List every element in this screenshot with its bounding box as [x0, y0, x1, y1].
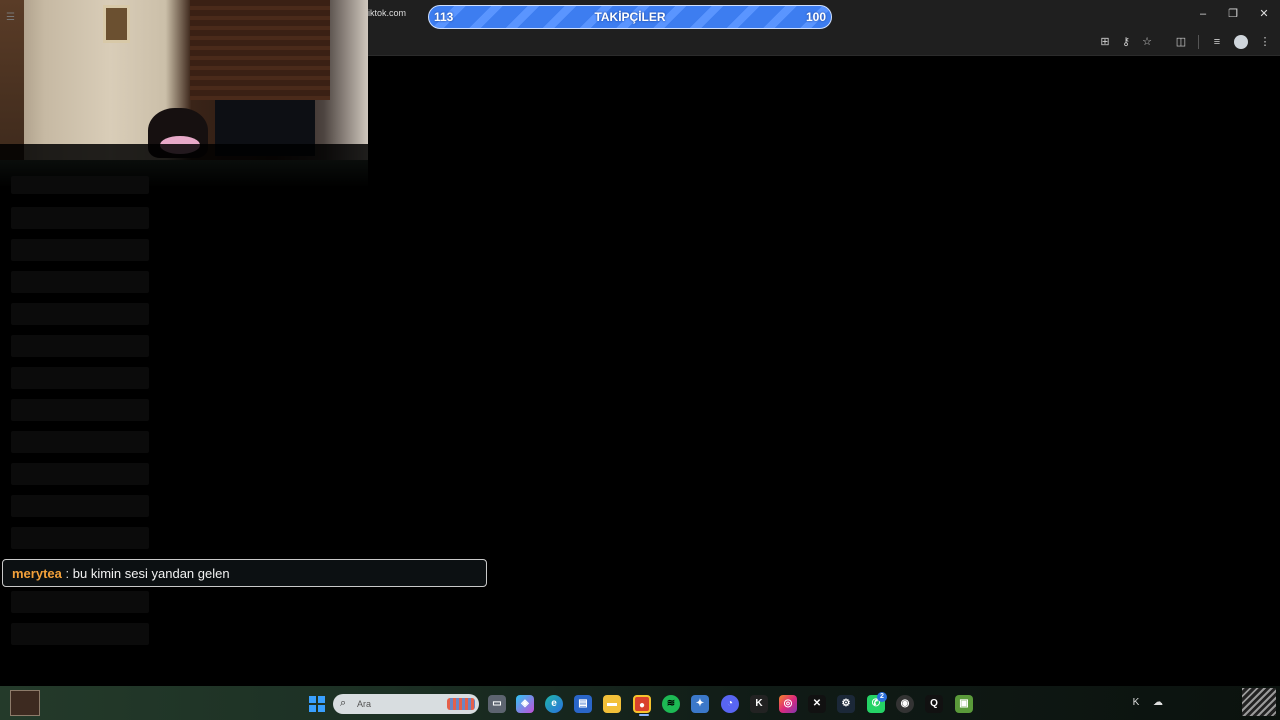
file-explorer-icon[interactable]: ▭ [488, 695, 506, 713]
chat-placeholder-row [11, 335, 149, 357]
extensions-icon[interactable]: ◫ [1174, 35, 1188, 49]
store-icon[interactable]: ▤ [574, 695, 592, 713]
webcam-window-blinds [190, 0, 330, 100]
edge-icon[interactable]: e [545, 695, 563, 713]
chat-placeholder-row [11, 527, 149, 549]
chat-placeholder-row [11, 399, 149, 421]
taskbar-search-input[interactable]: ⌕ Ara [333, 694, 479, 714]
star-icon[interactable]: ☆ [1140, 35, 1154, 49]
chrome-icon[interactable]: ● [633, 695, 651, 716]
chat-separator: : [65, 566, 70, 581]
followers-target-count: 100 [805, 10, 826, 24]
chat-placeholder-row [11, 431, 149, 453]
chat-username: merytea [12, 566, 62, 581]
windows-start-icon[interactable] [309, 696, 325, 712]
search-highlight-icon [447, 698, 475, 710]
discord-icon[interactable]: ◔ [721, 695, 739, 713]
webcam-feed [0, 0, 368, 160]
search-icon: ⌕ [340, 697, 347, 709]
followers-goal-label: TAKİPÇİLER [594, 10, 666, 24]
password-key-icon[interactable]: ⚷ [1119, 35, 1133, 49]
pinned-app-icon[interactable] [10, 690, 40, 716]
media-queue-icon[interactable]: ≡ [1210, 35, 1224, 49]
search-placeholder: Ara [357, 699, 372, 709]
chat-placeholder-row [11, 271, 149, 293]
tab-url[interactable]: iktok.com [368, 8, 406, 18]
chat-placeholder-row [11, 367, 149, 389]
show-desktop-corner[interactable] [1242, 688, 1276, 716]
webcam-wall-picture [103, 5, 130, 43]
profile-avatar-icon[interactable] [1234, 35, 1248, 49]
spotify-icon[interactable]: ≋ [662, 695, 680, 713]
chat-placeholder-row [11, 623, 149, 645]
minecraft-icon[interactable]: ▣ [955, 695, 973, 713]
folder-icon[interactable]: ▬ [603, 695, 621, 713]
steam-icon[interactable]: ⚙ [837, 695, 855, 713]
kick-tray-icon[interactable]: K [1129, 696, 1143, 710]
obs-icon[interactable]: ◉ [896, 695, 914, 713]
hamburger-icon[interactable]: ☰ [6, 12, 15, 23]
kick-icon[interactable]: K [750, 695, 768, 713]
minimize-icon[interactable]: – [1192, 6, 1214, 22]
webcam-bottom-shadow [0, 144, 368, 160]
translate-icon[interactable]: ⊞ [1098, 35, 1112, 49]
copilot-icon[interactable]: ◈ [516, 695, 534, 713]
webcam-door [0, 0, 24, 160]
menu-kebab-icon[interactable]: ⋮ [1258, 35, 1272, 49]
network-icon[interactable]: ✦ [691, 695, 709, 713]
close-icon[interactable]: ✕ [1253, 6, 1275, 22]
search-app-icon[interactable]: Q [925, 695, 943, 713]
capcut-icon[interactable]: ✕ [808, 695, 826, 713]
chat-placeholder-row [11, 495, 149, 517]
chat-placeholder-row [11, 176, 149, 194]
chat-message: merytea : bu kimin sesi yandan gelen [2, 559, 487, 587]
cloud-tray-icon[interactable]: ☁ [1151, 696, 1165, 710]
screen: iktok.com – ❐ ✕ ⊞ ⚷ ☆ ◫ ≡ ⋮ ☰ 113 TAKİPÇ… [0, 0, 1280, 720]
chat-placeholder-row [11, 463, 149, 485]
chat-placeholder-row [11, 239, 149, 261]
whatsapp-badge: 2 [877, 692, 887, 702]
instagram-icon[interactable]: ◎ [779, 695, 797, 713]
followers-goal-bar: 113 TAKİPÇİLER 100 [428, 5, 832, 29]
chat-placeholder-row [11, 591, 149, 613]
toolbar-divider [1198, 35, 1199, 49]
restore-icon[interactable]: ❐ [1222, 6, 1244, 22]
chat-placeholder-row [11, 303, 149, 325]
chat-placeholder-row [11, 207, 149, 229]
chat-message-text: bu kimin sesi yandan gelen [72, 566, 230, 581]
